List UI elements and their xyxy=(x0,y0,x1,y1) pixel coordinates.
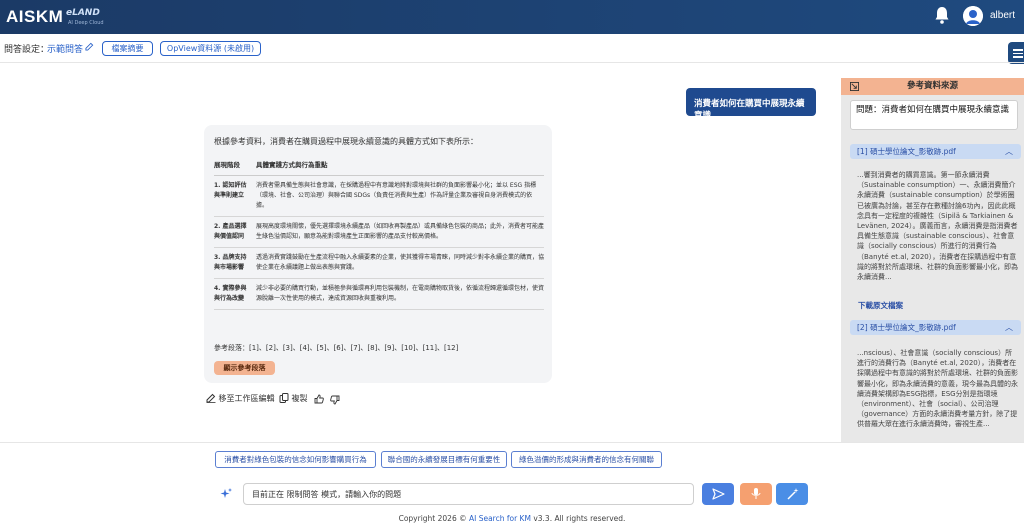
copy-icon xyxy=(279,393,289,403)
suggestion-chip[interactable]: 綠色溢價的形成與消費者的信念有何關聯 xyxy=(511,451,662,468)
avatar[interactable] xyxy=(963,6,983,26)
panel-header: 參考資料來源 xyxy=(841,78,1024,95)
toolbar-divider xyxy=(0,62,1024,63)
sparkle-icon[interactable] xyxy=(219,487,233,501)
edit-icon[interactable] xyxy=(85,42,94,51)
menu-toggle-button[interactable] xyxy=(1008,42,1024,64)
table-row: 4. 實際參與與行為改變 減少非必要的購買行動，並積極參與循環再利用包裝機制，在… xyxy=(214,278,544,310)
bell-icon[interactable] xyxy=(934,6,950,24)
table-cell-stage: 4. 實際參與與行為改變 xyxy=(214,278,256,310)
opview-source-button[interactable]: OpView資料源 (未啟用) xyxy=(160,41,261,56)
thumbs-down-icon[interactable] xyxy=(330,395,340,405)
microphone-button[interactable] xyxy=(740,483,772,505)
answer-intro: 根據參考資料，消費者在購買過程中展現永續意識的具體方式如下表所示： xyxy=(214,137,478,146)
copy-button[interactable]: 複製 xyxy=(279,393,308,404)
table-cell-stage: 3. 品牌支持與市場影響 xyxy=(214,247,256,279)
reference-doc-title: [1] 碩士學位論文_影敬跡.pdf xyxy=(857,147,956,156)
table-row: 3. 品牌支持與市場影響 透過消費實踐鼓勵在生產流程中融入永續要素的企業，使其獲… xyxy=(214,247,544,279)
reference-paragraphs: 參考段落：[1]、[2]、[3]、[4]、[5]、[6]、[7]、[8]、[9]… xyxy=(214,344,459,352)
send-icon xyxy=(712,488,725,500)
table-cell-detail: 透過消費實踐鼓勵在生產流程中融入永續要素的企業，使其獲得市場青睞，同時減少對非永… xyxy=(256,247,544,279)
footer-rights: v3.3. All rights reserved. xyxy=(530,514,626,523)
footer: Copyright 2026 © AI Search for KM v3.3. … xyxy=(0,514,1024,523)
panel-title: 參考資料來源 xyxy=(906,81,958,91)
panel-question: 問題：消費者如何在購買中展現永續意識 xyxy=(850,100,1018,130)
table-cell-detail: 減少非必要的購買行動，並積極參與循環再利用包裝機制，在電商購物取貨後，依循流程歸… xyxy=(256,278,544,310)
download-original-link[interactable]: 下載原文檔案 xyxy=(858,300,903,311)
table-header-stage: 展現階段 xyxy=(214,155,256,176)
microphone-icon xyxy=(751,488,761,499)
move-to-editor-button[interactable]: 移至工作區編輯 xyxy=(206,393,275,404)
answer-table: 展現階段 具體實踐方式與行為重點 1. 認知評估與準則建立 消費者需具備生態與社… xyxy=(214,155,544,310)
chat-input[interactable]: 目前正在 限制問答 模式，請輸入你的問題 xyxy=(243,483,694,505)
reference-doc-excerpt: ...nscious）、社會意識（socially conscious）所進行的… xyxy=(857,349,1018,429)
user-message-bubble: 消費者如何在購買中展現永續意識 xyxy=(686,88,816,121)
move-to-editor-label: 移至工作區編輯 xyxy=(218,394,275,403)
collapse-panel-icon[interactable] xyxy=(850,82,859,91)
reference-panel: 參考資料來源 問題：消費者如何在購買中展現永續意識 [1] 碩士學位論文_影敬跡… xyxy=(841,78,1024,442)
show-references-button[interactable]: 顯示參考段落 xyxy=(214,361,275,375)
table-row: 2. 產品選擇與價值認同 展現高度環境關懷，優先選擇環境永續產品（如回收再製產品… xyxy=(214,216,544,248)
user-icon xyxy=(963,6,983,26)
clear-button[interactable] xyxy=(776,483,808,505)
brand-subtitle: AI Deep Cloud xyxy=(68,20,104,26)
assistant-answer-bubble: 根據參考資料，消費者在購買過程中展現永續意識的具體方式如下表所示： 展現階段 具… xyxy=(204,125,552,383)
footer-link[interactable]: AI Search for KM xyxy=(469,514,531,523)
table-cell-stage: 1. 認知評估與準則建立 xyxy=(214,175,256,217)
brand-logo: eLAND xyxy=(66,8,100,18)
app-logo[interactable]: AISKM xyxy=(6,7,63,27)
footer-copyright: Copyright 2026 © xyxy=(398,514,469,523)
thumbs-up-icon[interactable] xyxy=(314,394,324,404)
suggestion-chip[interactable]: 聯合國的永續發展目標有何重要性 xyxy=(381,451,507,468)
input-area-divider xyxy=(0,442,1024,443)
toolbar: 問答設定： 示範問答 檔案摘要 OpView資料源 (未啟用) xyxy=(0,36,1024,58)
send-button[interactable] xyxy=(702,483,734,505)
suggestion-chip[interactable]: 消費者對綠色包裝的信念如何影響購買行為 xyxy=(215,451,376,468)
edit-icon xyxy=(206,393,216,403)
reference-doc-title: [2] 碩士學位論文_影敬跡.pdf xyxy=(857,323,956,332)
chevron-up-icon[interactable]: ︿ xyxy=(1005,144,1013,159)
top-bar: AISKM eLAND AI Deep Cloud albert xyxy=(0,0,1024,34)
table-cell-detail: 展現高度環境關懷，優先選擇環境永續產品（如回收再製產品）或具備綠色包裝的商品；此… xyxy=(256,216,544,248)
qa-setting-link[interactable]: 示範問答 xyxy=(47,42,83,55)
reference-doc-header[interactable]: [2] 碩士學位論文_影敬跡.pdf ︿ xyxy=(850,320,1021,335)
doc-summary-button[interactable]: 檔案摘要 xyxy=(102,41,153,56)
reference-doc-header[interactable]: [1] 碩士學位論文_影敬跡.pdf ︿ xyxy=(850,144,1021,159)
copy-label: 複製 xyxy=(291,394,308,403)
table-cell-stage: 2. 產品選擇與價值認同 xyxy=(214,216,256,248)
table-cell-detail: 消費者需具備生態與社會意識，在採購過程中有意識地將對環境與社群的負面影響最小化；… xyxy=(256,175,544,217)
table-row: 1. 認知評估與準則建立 消費者需具備生態與社會意識，在採購過程中有意識地將對環… xyxy=(214,175,544,217)
table-header-detail: 具體實踐方式與行為重點 xyxy=(256,155,544,176)
reference-doc-excerpt: ...響到消費者的購買意識。第一節永續消費（Sustainable consum… xyxy=(857,171,1018,282)
username[interactable]: albert xyxy=(990,10,1015,21)
magic-wand-icon xyxy=(787,488,799,500)
settings-label: 問答設定： xyxy=(4,45,50,55)
chevron-up-icon[interactable]: ︿ xyxy=(1005,320,1013,335)
